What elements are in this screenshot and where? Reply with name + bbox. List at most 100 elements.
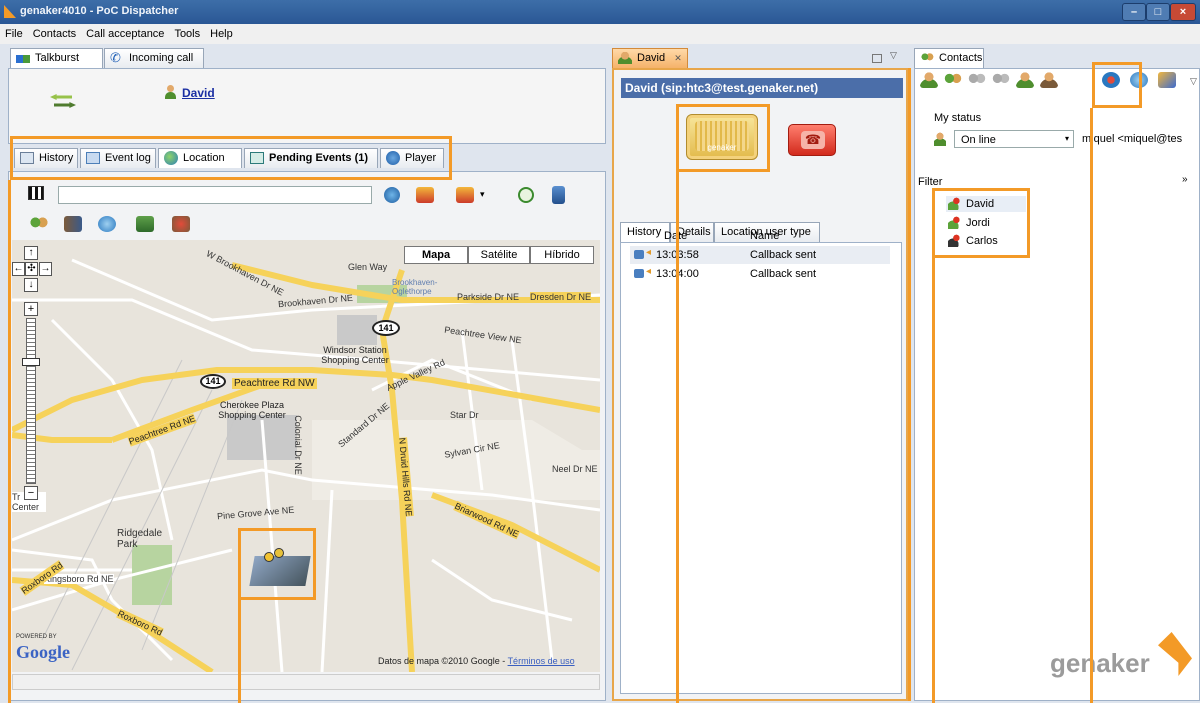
pan-right-button[interactable]: →: [39, 262, 52, 276]
talkburst-panel: [8, 68, 606, 144]
expand-filter-icon[interactable]: »: [1182, 174, 1188, 185]
map-label: Glen Way: [348, 262, 388, 272]
contact-item-david[interactable]: David: [946, 196, 1026, 212]
status-user-icon: [934, 132, 946, 146]
highway-141-badge: 141: [372, 320, 400, 336]
user-green-icon[interactable]: [1016, 72, 1034, 88]
tab-pending-events[interactable]: Pending Events (1): [244, 148, 378, 168]
group-gray-2-icon[interactable]: [992, 72, 1010, 88]
user-location-marker[interactable]: [244, 532, 311, 594]
terms-link[interactable]: Términos de uso: [508, 656, 575, 666]
flag-icon[interactable]: [28, 186, 44, 200]
log-icon: [86, 152, 100, 164]
map-label: Neel Dr NE: [552, 464, 598, 474]
menu-help[interactable]: Help: [205, 24, 238, 40]
info-icon[interactable]: [1130, 72, 1148, 88]
info-pin-icon[interactable]: [98, 216, 116, 232]
map-label: Windsor Station Shopping Center: [321, 345, 389, 365]
contact-list: [918, 190, 1196, 695]
panel-menu-icon[interactable]: ▽: [1190, 76, 1197, 87]
history-row[interactable]: ◂ 13:03:58 Callback sent: [630, 246, 890, 264]
panel-menu-icon[interactable]: ▽: [890, 50, 897, 61]
powered-by-label: POWERED BY: [16, 634, 57, 640]
chevron-down-icon: ▾: [1064, 134, 1069, 143]
pan-down-button[interactable]: ↓: [24, 278, 38, 292]
locate-user-icon[interactable]: [416, 187, 434, 203]
map-type-map-button[interactable]: Mapa: [404, 246, 468, 264]
zoom-slider-handle[interactable]: [22, 358, 40, 366]
zoom-out-button[interactable]: −: [24, 486, 38, 500]
group-gray-icon[interactable]: [968, 72, 986, 88]
zoom-in-button[interactable]: +: [24, 302, 38, 316]
history-header-date[interactable]: Date: [664, 230, 687, 242]
maximize-button[interactable]: □: [1146, 3, 1170, 21]
tab-david[interactable]: David ✕: [612, 48, 688, 68]
tab-event-log[interactable]: Event log: [80, 148, 156, 168]
close-tab-icon[interactable]: ✕: [674, 53, 682, 63]
chevron-down-icon[interactable]: ▾: [480, 189, 485, 200]
map-view[interactable]: 141 141 W Brookhaven Dr NE Brookhaven Dr…: [12, 240, 600, 672]
user-brown-icon[interactable]: [1040, 72, 1058, 88]
status-select[interactable]: On line ▾: [954, 130, 1074, 148]
tab-talkburst[interactable]: Talkburst: [10, 48, 103, 68]
minimize-button[interactable]: –: [1122, 3, 1146, 21]
car-icon[interactable]: [136, 216, 154, 232]
history-icon: [20, 152, 34, 164]
menu-call-acceptance[interactable]: Call acceptance: [81, 24, 169, 40]
pan-left-button[interactable]: ←: [12, 262, 25, 276]
add-contact-icon[interactable]: [920, 72, 938, 88]
globe-go-icon[interactable]: [384, 187, 400, 203]
marker-icon[interactable]: [172, 216, 190, 232]
hangup-button[interactable]: ☎: [788, 124, 836, 156]
building-icon[interactable]: [64, 216, 82, 232]
app-icon: [4, 5, 16, 18]
history-row[interactable]: ◂ 13:04:00 Callback sent: [630, 265, 890, 283]
user-icon: [618, 52, 632, 64]
message-icon: [634, 269, 644, 278]
add-group-icon[interactable]: [944, 72, 962, 88]
my-status-label: My status: [934, 112, 982, 124]
history-header-name[interactable]: Name: [750, 230, 779, 242]
tab-history[interactable]: History: [14, 148, 78, 168]
location-target-icon[interactable]: [1102, 72, 1120, 88]
tab-contacts[interactable]: Contacts: [914, 48, 984, 68]
window-title: genaker4010 - PoC Dispatcher: [20, 5, 179, 17]
genaker-ptt-button[interactable]: genaker: [686, 114, 758, 160]
highway-141-badge-2: 141: [200, 374, 226, 389]
maximize-panel-icon[interactable]: [872, 54, 882, 63]
map-label: Cherokee Plaza Shopping Center: [218, 400, 286, 420]
google-logo: Google: [16, 642, 70, 662]
tab-contact-history[interactable]: History: [620, 222, 670, 242]
filter-label: Filter: [918, 176, 943, 188]
pan-up-button[interactable]: ↑: [24, 246, 38, 260]
tab-incoming-call[interactable]: ✆ Incoming call: [104, 48, 204, 68]
close-button[interactable]: ×: [1170, 3, 1196, 21]
title-bar: genaker4010 - PoC Dispatcher – □ ×: [0, 0, 1200, 24]
map-type-satellite-button[interactable]: Satélite: [468, 246, 530, 264]
location-search-input[interactable]: [58, 186, 372, 204]
tab-location[interactable]: Location: [158, 148, 242, 168]
zoom-slider[interactable]: [26, 318, 36, 484]
document-icon[interactable]: [552, 186, 565, 204]
my-user-field: miquel <miquel@tes: [1082, 133, 1183, 145]
edit-user-icon[interactable]: [1158, 72, 1176, 88]
menu-tools[interactable]: Tools: [169, 24, 205, 40]
map-label: Ridgedale Park: [117, 528, 163, 550]
menu-file[interactable]: File: [0, 24, 28, 40]
contact-item-carlos[interactable]: Carlos: [946, 233, 1026, 249]
talkburst-arrows-icon: [50, 94, 76, 110]
pan-center-button[interactable]: ✣: [25, 262, 38, 276]
contact-offline-icon: [948, 216, 960, 229]
menu-contacts[interactable]: Contacts: [28, 24, 81, 40]
user-icon: [164, 85, 176, 99]
talkburst-user-link[interactable]: David: [182, 86, 215, 100]
refresh-icon[interactable]: [518, 187, 534, 203]
tab-player[interactable]: Player: [380, 148, 444, 168]
group-icon[interactable]: [30, 216, 48, 232]
map-hscroll[interactable]: [12, 674, 600, 690]
locate-group-icon[interactable]: [456, 187, 474, 203]
contact-item-jordi[interactable]: Jordi: [946, 215, 1026, 231]
map-attribution: Datos de mapa ©2010 Google - Términos de…: [378, 656, 575, 666]
map-type-hybrid-button[interactable]: Híbrido: [530, 246, 594, 264]
map-label: Parkside Dr NE: [457, 292, 520, 302]
